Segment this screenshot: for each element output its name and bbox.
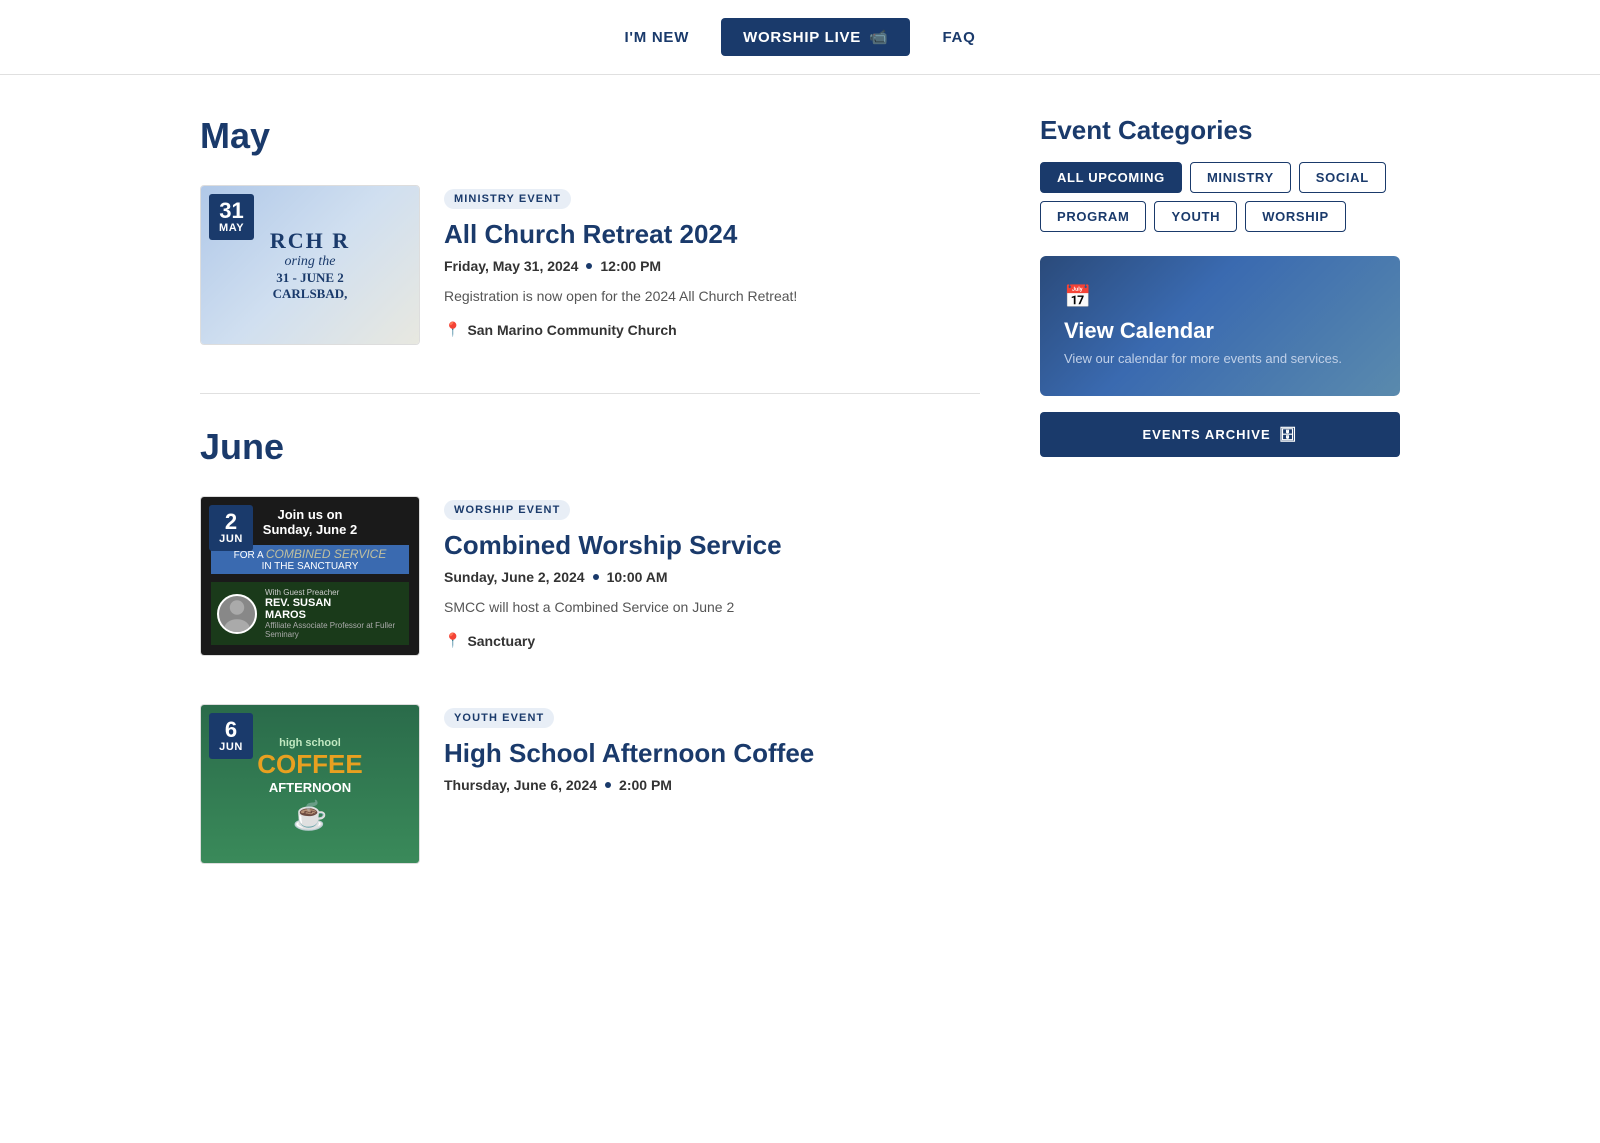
event-date-text-worship: Sunday, June 2, 2024 [444, 569, 585, 585]
event-datetime-worship: Sunday, June 2, 2024 10:00 AM [444, 569, 980, 585]
view-calendar-card[interactable]: 📅 View Calendar View our calendar for mo… [1040, 256, 1400, 396]
filter-worship[interactable]: WORSHIP [1245, 201, 1346, 232]
event-image-coffee[interactable]: high school COFFEE AFTERNOON ☕ 6 JUN [200, 704, 420, 864]
pin-icon-worship: 📍 [444, 632, 461, 649]
month-header-june: June [200, 426, 980, 468]
event-location-text-retreat: San Marino Community Church [467, 322, 676, 338]
event-image-worship[interactable]: Join us onSunday, June 2 FOR A COMBINED … [200, 496, 420, 656]
pin-icon-retreat: 📍 [444, 321, 461, 338]
event-title-worship[interactable]: Combined Worship Service [444, 530, 980, 561]
view-calendar-description: View our calendar for more events and se… [1064, 350, 1376, 368]
events-archive-button[interactable]: EVENTS ARCHIVE 🗄 [1040, 412, 1400, 457]
preacher-photo [217, 594, 257, 634]
month-section-may: May RCH R oring the 31 - JUNE 2 CARLSBAD… [200, 115, 980, 345]
event-datetime-retreat: Friday, May 31, 2024 12:00 PM [444, 258, 980, 274]
main-content: May RCH R oring the 31 - JUNE 2 CARLSBAD… [200, 115, 980, 912]
event-description-retreat: Registration is now open for the 2024 Al… [444, 286, 980, 307]
event-date-badge-coffee: 6 JUN [209, 713, 253, 759]
badge-day-coffee: 6 [219, 719, 243, 741]
event-date-badge-retreat: 31 MAY [209, 194, 254, 240]
event-card-coffee: high school COFFEE AFTERNOON ☕ 6 JUN YOU… [200, 704, 980, 864]
event-datetime-coffee: Thursday, June 6, 2024 2:00 PM [444, 777, 980, 793]
badge-month-coffee: JUN [219, 741, 243, 753]
event-category-worship: WORSHIP EVENT [444, 500, 570, 520]
event-card-retreat: RCH R oring the 31 - JUNE 2 CARLSBAD, 31… [200, 185, 980, 345]
dot-coffee [605, 782, 611, 788]
event-title-retreat[interactable]: All Church Retreat 2024 [444, 219, 980, 250]
event-category-coffee: YOUTH EVENT [444, 708, 554, 728]
dot-retreat [586, 263, 592, 269]
navigation: I'M NEW WORSHIP LIVE 📹 FAQ [0, 0, 1600, 75]
dot-worship [593, 574, 599, 580]
filter-all-upcoming[interactable]: ALL UPCOMING [1040, 162, 1182, 193]
event-date-text-coffee: Thursday, June 6, 2024 [444, 777, 597, 793]
badge-month-retreat: MAY [219, 222, 244, 234]
event-image-retreat[interactable]: RCH R oring the 31 - JUNE 2 CARLSBAD, 31… [200, 185, 420, 345]
event-time-worship: 10:00 AM [607, 569, 668, 585]
event-details-coffee: YOUTH EVENT High School Afternoon Coffee… [444, 704, 980, 805]
event-card-worship: Join us onSunday, June 2 FOR A COMBINED … [200, 496, 980, 656]
badge-month-worship: JUN [219, 533, 243, 545]
divider-may-june [200, 393, 980, 394]
filter-program[interactable]: PROGRAM [1040, 201, 1146, 232]
event-time-coffee: 2:00 PM [619, 777, 672, 793]
month-header-may: May [200, 115, 980, 157]
video-icon: 📹 [869, 28, 888, 46]
filter-ministry[interactable]: MINISTRY [1190, 162, 1291, 193]
filter-youth[interactable]: YOUTH [1154, 201, 1237, 232]
sidebar-categories-title: Event Categories [1040, 115, 1400, 146]
event-location-worship: 📍 Sanctuary [444, 632, 980, 649]
events-archive-label: EVENTS ARCHIVE [1142, 427, 1270, 442]
month-section-june: June Join us onSunday, June 2 FOR A COMB… [200, 426, 980, 864]
event-location-retreat: 📍 San Marino Community Church [444, 321, 980, 338]
event-details-retreat: MINISTRY EVENT All Church Retreat 2024 F… [444, 185, 980, 338]
event-date-badge-worship: 2 JUN [209, 505, 253, 551]
badge-day-retreat: 31 [219, 200, 244, 222]
im-new-link[interactable]: I'M NEW [624, 29, 689, 46]
calendar-icon: 📅 [1064, 284, 1376, 310]
worship-live-label: WORSHIP LIVE [743, 29, 861, 46]
event-title-coffee[interactable]: High School Afternoon Coffee [444, 738, 980, 769]
event-category-retreat: MINISTRY EVENT [444, 189, 571, 209]
badge-day-worship: 2 [219, 511, 243, 533]
sidebar-categories-section: Event Categories ALL UPCOMING MINISTRY S… [1040, 115, 1400, 457]
archive-icon: 🗄 [1279, 426, 1298, 443]
worship-live-link[interactable]: WORSHIP LIVE 📹 [721, 18, 910, 56]
event-details-worship: WORSHIP EVENT Combined Worship Service S… [444, 496, 980, 649]
event-date-text-retreat: Friday, May 31, 2024 [444, 258, 578, 274]
faq-link[interactable]: FAQ [942, 29, 975, 46]
category-filters: ALL UPCOMING MINISTRY SOCIAL PROGRAM YOU… [1040, 162, 1400, 232]
event-location-text-worship: Sanctuary [467, 633, 535, 649]
event-time-retreat: 12:00 PM [600, 258, 661, 274]
sidebar: Event Categories ALL UPCOMING MINISTRY S… [1040, 115, 1400, 912]
filter-social[interactable]: SOCIAL [1299, 162, 1386, 193]
event-description-worship: SMCC will host a Combined Service on Jun… [444, 597, 980, 618]
view-calendar-title: View Calendar [1064, 318, 1376, 344]
